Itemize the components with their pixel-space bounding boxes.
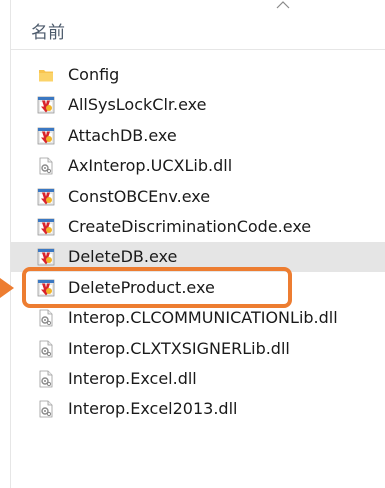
file-name-label: Interop.CLXTXSIGNERLib.dll: [68, 338, 290, 358]
file-row[interactable]: AllSysLockClr.exe: [11, 90, 385, 120]
dll-file-icon: [37, 340, 55, 358]
file-name-label: DeleteDB.exe: [68, 247, 178, 267]
exe-app-icon: [37, 248, 55, 266]
file-name-label: Interop.Excel.dll: [68, 369, 197, 388]
chevron-up-icon[interactable]: [275, 0, 291, 10]
file-name-label: AxInterop.UCXLib.dll: [68, 156, 233, 176]
file-name-label: Interop.Excel2013.dll: [68, 399, 238, 419]
file-name-label: CreateDiscriminationCode.exe: [68, 217, 312, 236]
exe-app-icon: [37, 96, 55, 114]
file-row[interactable]: AxInterop.UCXLib.dll: [11, 151, 385, 181]
exe-app-icon: [37, 188, 55, 206]
file-row[interactable]: Interop.CLXTXSIGNERLib.dll: [11, 334, 385, 364]
file-row[interactable]: CreateDiscriminationCode.exe: [11, 212, 385, 242]
file-name-label: AttachDB.exe: [68, 125, 177, 145]
file-name-label: Config: [68, 65, 120, 84]
dll-file-icon: [37, 309, 55, 327]
selection-highlight-box: [22, 267, 292, 308]
exe-app-icon: [37, 127, 55, 145]
file-name-label: Interop.CLCOMMUNICATIONLib.dll: [68, 308, 338, 328]
dll-file-icon: [37, 370, 55, 388]
dll-file-icon: [37, 157, 55, 175]
name-column-header[interactable]: 名前: [31, 18, 65, 43]
file-row[interactable]: ConstOBCEnv.exe: [11, 182, 385, 212]
file-row[interactable]: AttachDB.exe: [11, 121, 385, 151]
file-name-label: ConstOBCEnv.exe: [68, 186, 211, 206]
dll-file-icon: [37, 400, 55, 418]
file-row[interactable]: Interop.Excel.dll: [11, 364, 385, 394]
file-row[interactable]: Config: [11, 60, 385, 90]
folder-icon: [37, 66, 55, 84]
arrow-pointer-icon: [0, 278, 14, 298]
file-row[interactable]: Interop.Excel2013.dll: [11, 394, 385, 424]
exe-app-icon: [37, 218, 55, 236]
file-name-label: AllSysLockClr.exe: [68, 95, 207, 115]
column-header: 名前: [11, 0, 385, 50]
